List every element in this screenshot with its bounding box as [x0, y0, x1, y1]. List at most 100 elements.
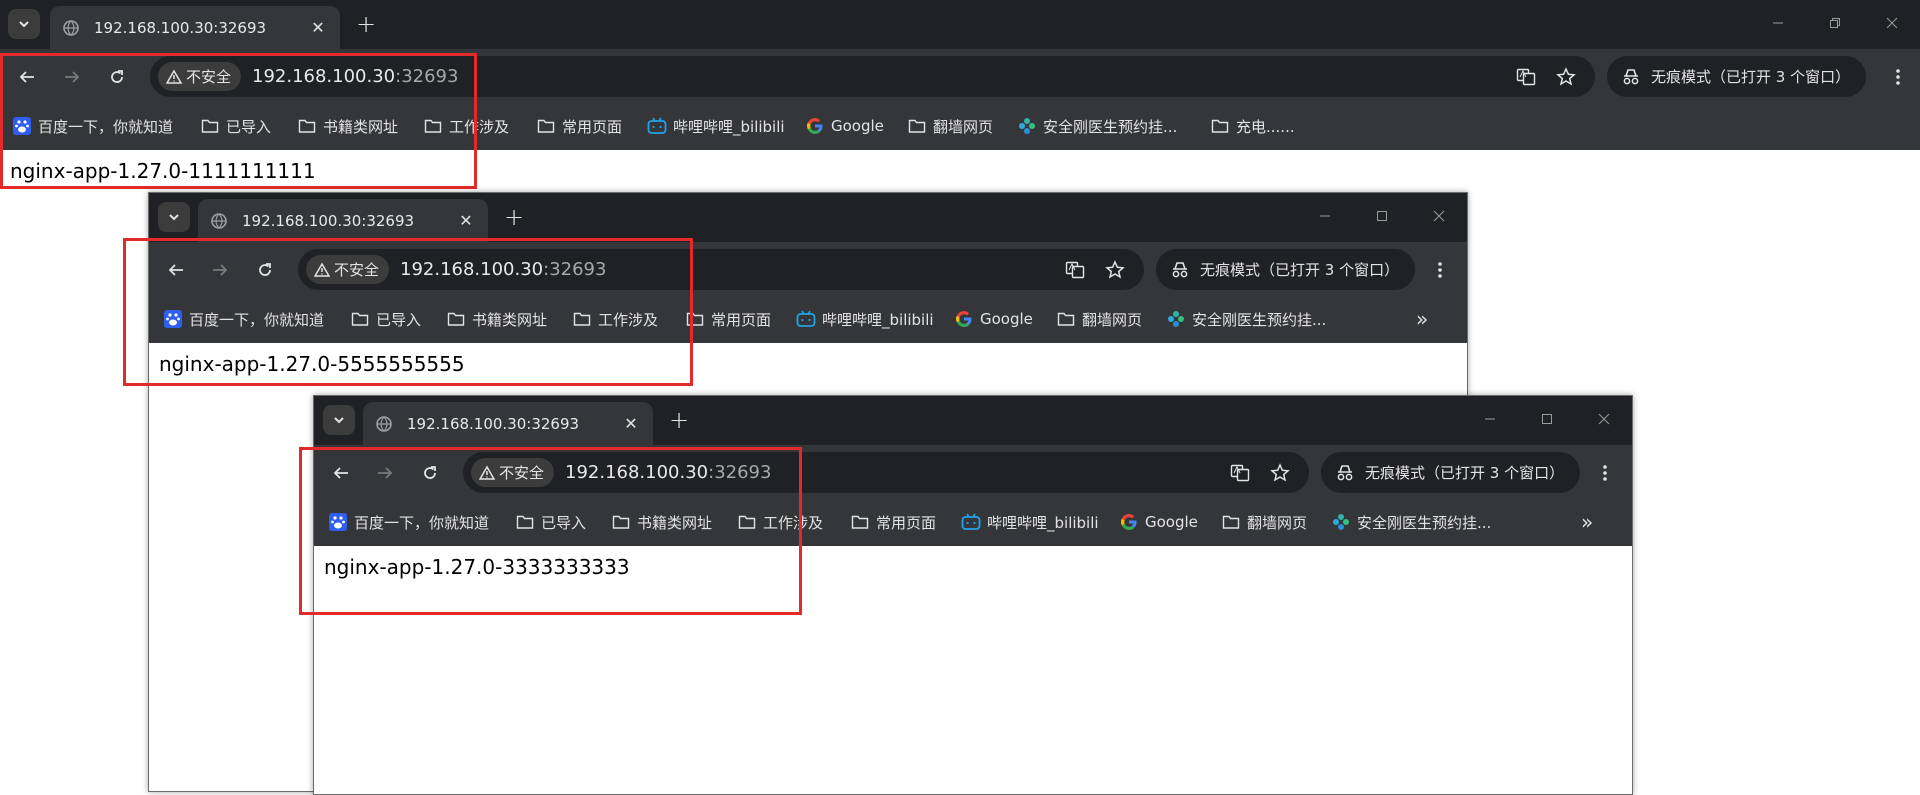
- folder-icon: [536, 116, 556, 136]
- tab-search-button[interactable]: [8, 9, 40, 39]
- bookmark-label: 哔哩哔哩_bilibili: [673, 117, 785, 136]
- bookmark-item[interactable]: 充电......: [1210, 113, 1295, 139]
- close-window-icon[interactable]: [1410, 193, 1467, 239]
- bookmark-item[interactable]: 常用页面: [685, 306, 771, 332]
- close-window-icon[interactable]: [1575, 396, 1632, 442]
- folder-icon: [1221, 512, 1241, 532]
- bookmark-label: 常用页面: [876, 513, 937, 532]
- star-icon[interactable]: [1555, 66, 1577, 88]
- bookmark-label: 安全刚医生预约挂...: [1357, 513, 1492, 532]
- bookmark-item[interactable]: 哔哩哔哩_bilibili: [961, 509, 1099, 535]
- tab-search-button[interactable]: [323, 405, 355, 435]
- bookmark-label: Google: [980, 310, 1033, 328]
- tab-strip: 192.168.100.30:32693 ✕ +: [314, 396, 1632, 445]
- bookmark-label: 哔哩哔哩_bilibili: [822, 310, 934, 329]
- bookmark-label: 翻墙网页: [933, 117, 994, 136]
- new-tab-button[interactable]: +: [665, 406, 693, 434]
- close-tab-icon[interactable]: ✕: [308, 18, 328, 37]
- minimize-icon[interactable]: [1296, 193, 1353, 239]
- incognito-indicator[interactable]: 无痕模式（已打开 3 个窗口）: [1321, 452, 1581, 493]
- close-tab-icon[interactable]: ✕: [621, 414, 641, 433]
- bookmarks-overflow-button[interactable]: »: [1581, 510, 1593, 534]
- bilibili-icon: [961, 512, 981, 532]
- tab-active[interactable]: 192.168.100.30:32693 ✕: [50, 6, 340, 49]
- incognito-indicator[interactable]: 无痕模式（已打开 3 个窗口）: [1156, 249, 1416, 290]
- bookmarks-overflow-button[interactable]: »: [1416, 307, 1428, 331]
- clinic-icon: [1017, 116, 1037, 136]
- more-vert-icon: [1896, 69, 1900, 85]
- translate-icon[interactable]: [1229, 462, 1251, 484]
- more-vert-icon: [1603, 465, 1607, 481]
- menu-button[interactable]: [1430, 255, 1450, 285]
- tab-strip: 192.168.100.30:32693 ✕ +: [149, 193, 1467, 242]
- translate-icon[interactable]: [1064, 259, 1086, 281]
- tab-title: 192.168.100.30:32693: [242, 211, 415, 230]
- folder-icon: [1210, 116, 1230, 136]
- star-icon[interactable]: [1104, 259, 1126, 281]
- bilibili-icon: [796, 309, 816, 329]
- bookmark-item[interactable]: 翻墙网页: [1056, 306, 1142, 332]
- bookmark-item[interactable]: Google: [1119, 509, 1198, 535]
- bookmark-item[interactable]: 安全刚医生预约挂...: [1017, 113, 1177, 139]
- bookmark-label: 翻墙网页: [1247, 513, 1308, 532]
- bookmark-item[interactable]: 哔哩哔哩_bilibili: [796, 306, 934, 332]
- bookmark-item[interactable]: Google: [805, 113, 884, 139]
- bookmark-label: 哔哩哔哩_bilibili: [987, 513, 1099, 532]
- incognito-label: 无痕模式（已打开 3 个窗口）: [1651, 68, 1851, 86]
- maximize-icon[interactable]: [1518, 396, 1575, 442]
- new-tab-button[interactable]: +: [352, 10, 380, 38]
- folder-icon: [1056, 309, 1076, 329]
- tab-search-button[interactable]: [158, 202, 190, 232]
- close-tab-icon[interactable]: ✕: [456, 211, 476, 230]
- globe-icon: [375, 415, 393, 433]
- folder-icon: [907, 116, 927, 136]
- menu-button[interactable]: [1888, 62, 1908, 92]
- restore-icon[interactable]: [1806, 0, 1863, 46]
- annotation-box-2: [123, 238, 693, 386]
- star-icon[interactable]: [1269, 462, 1291, 484]
- incognito-label: 无痕模式（已打开 3 个窗口）: [1365, 464, 1565, 482]
- bookmark-item[interactable]: 安全刚医生预约挂...: [1166, 306, 1326, 332]
- bookmark-item[interactable]: 常用页面: [536, 113, 622, 139]
- bookmark-item[interactable]: Google: [954, 306, 1033, 332]
- bookmark-label: Google: [1145, 513, 1198, 531]
- bilibili-icon: [647, 116, 667, 136]
- minimize-icon[interactable]: [1461, 396, 1518, 442]
- folder-icon: [850, 512, 870, 532]
- tab-title: 192.168.100.30:32693: [94, 18, 267, 37]
- incognito-label: 无痕模式（已打开 3 个窗口）: [1200, 261, 1400, 279]
- incognito-indicator[interactable]: 无痕模式（已打开 3 个窗口）: [1607, 56, 1867, 97]
- bookmark-item[interactable]: 哔哩哔哩_bilibili: [647, 113, 785, 139]
- chevron-down-icon: [169, 214, 179, 221]
- bookmark-item[interactable]: 翻墙网页: [1221, 509, 1307, 535]
- bookmark-label: 常用页面: [562, 117, 623, 136]
- bookmark-label: Google: [831, 117, 884, 135]
- incognito-icon: [1623, 68, 1639, 84]
- tab-active[interactable]: 192.168.100.30:32693 ✕: [363, 402, 653, 445]
- close-window-icon[interactable]: [1863, 0, 1920, 46]
- menu-button[interactable]: [1595, 458, 1615, 488]
- bookmark-item[interactable]: 翻墙网页: [907, 113, 993, 139]
- bookmark-item[interactable]: 常用页面: [850, 509, 936, 535]
- incognito-icon: [1172, 261, 1188, 277]
- minimize-icon[interactable]: [1749, 0, 1806, 46]
- annotation-box-3: [299, 447, 802, 615]
- bookmark-label: 安全刚医生预约挂...: [1192, 310, 1327, 329]
- globe-icon: [210, 212, 228, 230]
- maximize-icon[interactable]: [1353, 193, 1410, 239]
- google-icon: [954, 309, 974, 329]
- chevron-down-icon: [19, 21, 29, 28]
- tab-strip: 192.168.100.30:32693 ✕ +: [0, 0, 1920, 49]
- tab-active[interactable]: 192.168.100.30:32693 ✕: [198, 199, 488, 242]
- bookmark-label: 充电......: [1236, 117, 1295, 136]
- translate-icon[interactable]: [1515, 66, 1537, 88]
- more-vert-icon: [1438, 262, 1442, 278]
- globe-icon: [62, 19, 80, 37]
- incognito-icon: [1337, 464, 1353, 480]
- clinic-icon: [1331, 512, 1351, 532]
- new-tab-button[interactable]: +: [500, 203, 528, 231]
- bookmark-item[interactable]: 安全刚医生预约挂...: [1331, 509, 1491, 535]
- tab-title: 192.168.100.30:32693: [407, 414, 580, 433]
- bookmark-label: 常用页面: [711, 310, 772, 329]
- annotation-box-1: [0, 53, 477, 189]
